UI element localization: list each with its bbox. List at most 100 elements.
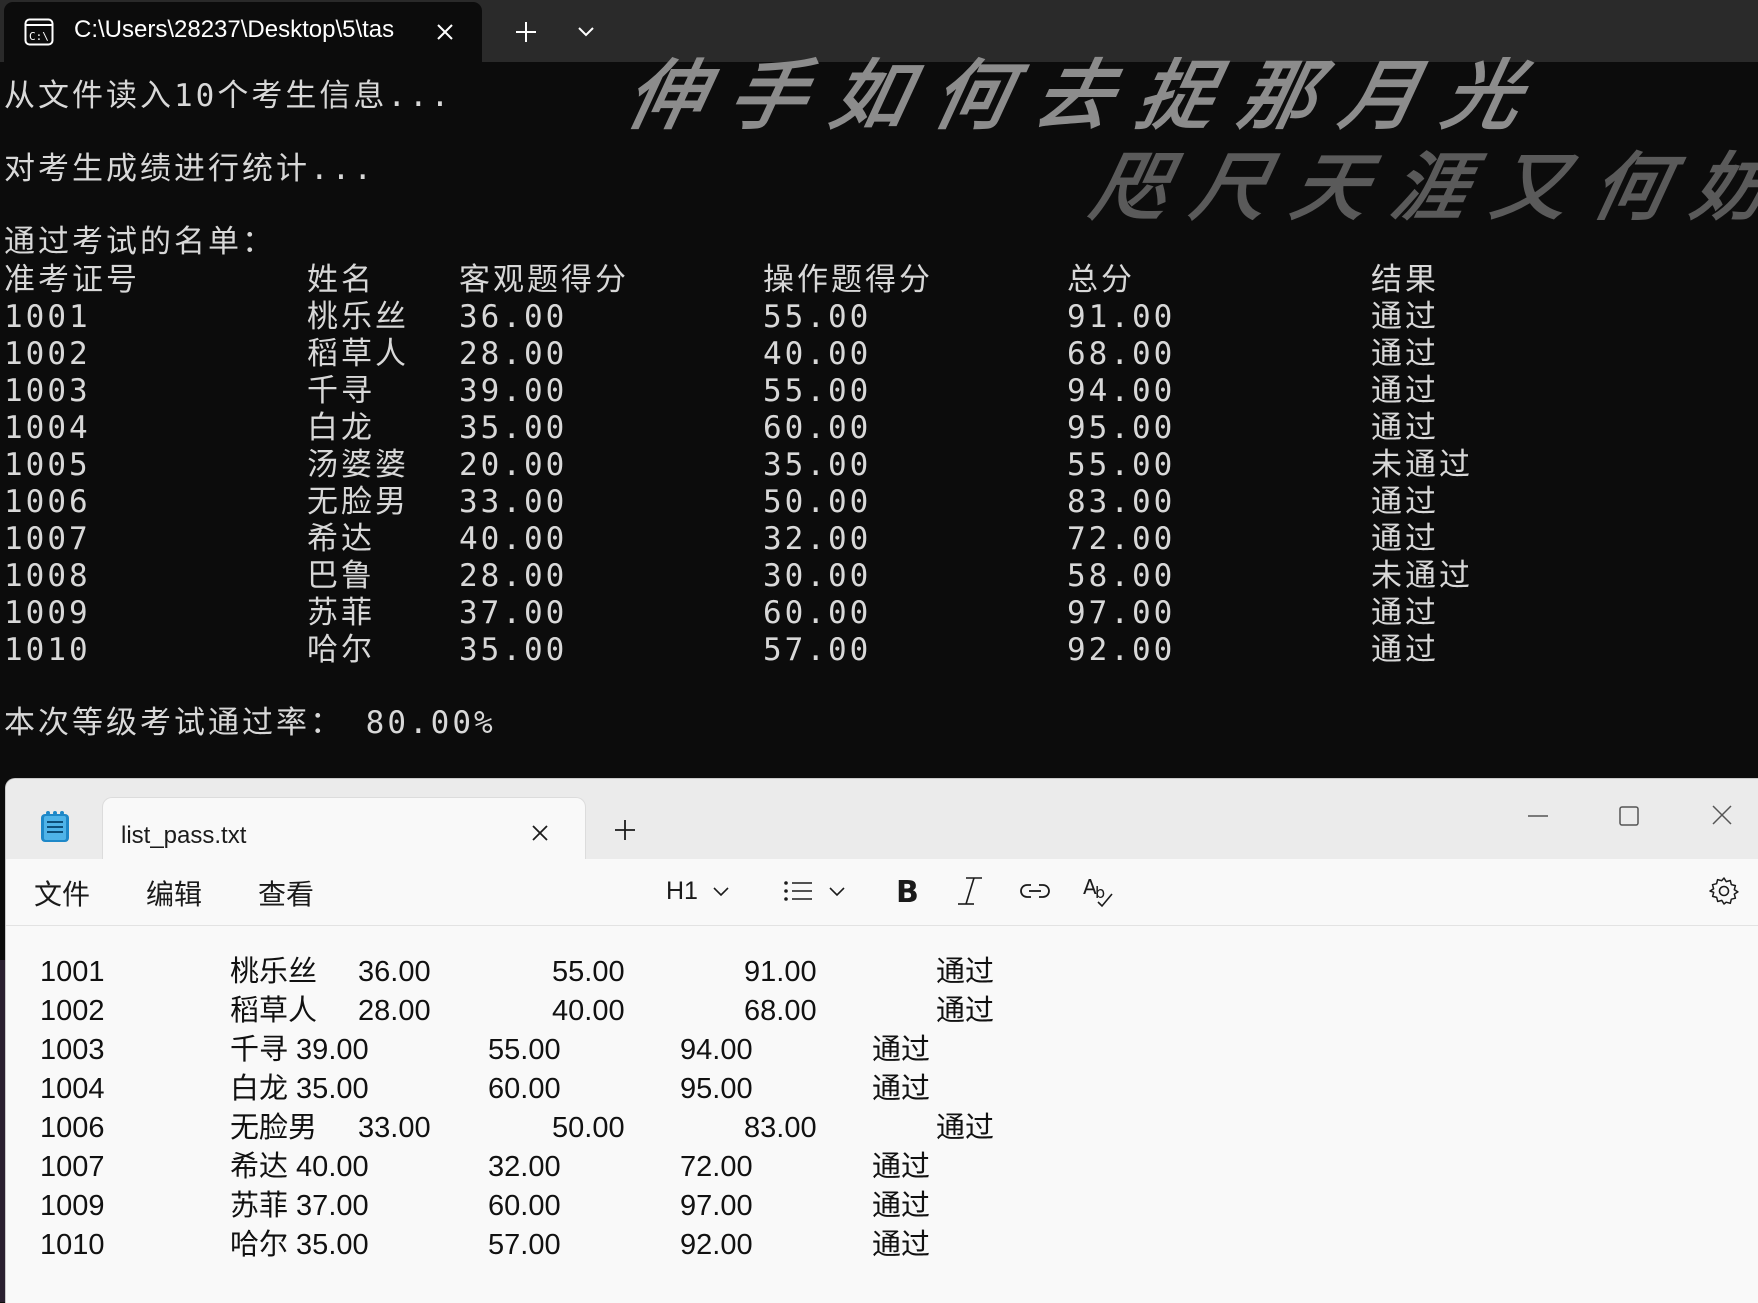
cell-exam-id: 1008 <box>4 558 91 594</box>
text-segment: 55.00 <box>488 1034 561 1066</box>
cell-total: 94.00 <box>1067 373 1176 409</box>
text-segment: 92.00 <box>680 1229 753 1261</box>
chevron-down-icon <box>829 887 845 897</box>
text-segment: 通过 <box>872 1190 931 1222</box>
terminal-window: C:\ C:\Users\28237\Desktop\5\tas 伸手如何去捉那… <box>0 0 1758 780</box>
close-icon[interactable] <box>527 820 553 846</box>
text-segment: 95.00 <box>680 1073 753 1105</box>
text-segment: 1009 <box>40 1190 105 1222</box>
cell-exam-id: 1001 <box>4 299 91 335</box>
chevron-down-icon <box>713 887 729 897</box>
spellcheck-button[interactable]: A b <box>1082 869 1116 913</box>
plus-icon[interactable] <box>610 815 640 845</box>
cell-objective-score: 37.00 <box>459 595 568 631</box>
chevron-down-icon[interactable] <box>568 14 604 50</box>
cell-total: 68.00 <box>1067 336 1176 372</box>
italic-button[interactable] <box>956 869 984 913</box>
cell-result: 通过 <box>1371 632 1439 668</box>
text-segment: 通过 <box>936 995 995 1027</box>
spellcheck-icon: A b <box>1083 875 1113 908</box>
text-segment: 1006 <box>40 1112 105 1144</box>
cell-name: 哈尔 <box>307 632 375 668</box>
header-objective-score: 客观题得分 <box>459 262 629 298</box>
text-segment: 无脸男 <box>230 1112 318 1144</box>
notepad-text-area[interactable]: 1001 桃乐丝 36.00 55.00 91.00 通过 1002 稻草人 28.00 40.0… <box>6 926 1758 1303</box>
cell-name: 希达 <box>307 521 375 557</box>
cell-total: 97.00 <box>1067 595 1176 631</box>
text-segment: 通过 <box>872 1073 931 1105</box>
notepad-app-icon <box>41 811 69 842</box>
cell-total: 92.00 <box>1067 632 1176 668</box>
text-segment: 60.00 <box>488 1190 561 1222</box>
cell-total: 72.00 <box>1067 521 1176 557</box>
text-segment: 91.00 <box>744 956 817 988</box>
cell-name: 苏菲 <box>307 595 375 631</box>
cell-objective-score: 28.00 <box>459 336 568 372</box>
bold-icon: B <box>896 875 919 908</box>
cell-operation-score: 57.00 <box>763 632 872 668</box>
cell-objective-score: 33.00 <box>459 484 568 520</box>
pass-list-title: 通过考试的名单： <box>4 224 276 260</box>
text-segment: 97.00 <box>680 1190 753 1222</box>
cell-exam-id: 1009 <box>4 595 91 631</box>
cell-operation-score: 55.00 <box>763 373 872 409</box>
minimize-icon[interactable] <box>1518 801 1558 831</box>
menu-file[interactable]: 文件 <box>34 873 90 913</box>
text-segment: 通过 <box>936 1112 995 1144</box>
heading-label: H1 <box>666 876 698 905</box>
text-segment: 28.00 <box>358 995 431 1027</box>
header-operation-score: 操作题得分 <box>763 262 933 298</box>
terminal-tab[interactable]: C:\ C:\Users\28237\Desktop\5\tas <box>4 2 482 62</box>
text-segment: 稻草人 <box>230 995 318 1027</box>
cell-total: 95.00 <box>1067 410 1176 446</box>
menu-edit[interactable]: 编辑 <box>146 873 202 913</box>
list-icon <box>784 881 812 901</box>
text-segment: 苏菲 37.00 <box>230 1190 369 1222</box>
text-segment: 94.00 <box>680 1034 753 1066</box>
cell-result: 未通过 <box>1371 558 1473 594</box>
gear-icon <box>1709 877 1739 905</box>
notepad-tab-title: list_pass.txt <box>121 822 247 849</box>
cell-operation-score: 60.00 <box>763 595 872 631</box>
cell-exam-id: 1006 <box>4 484 91 520</box>
notepad-title-bar: list_pass.txt <box>6 779 1758 870</box>
settings-button[interactable] <box>1708 869 1740 913</box>
cell-operation-score: 40.00 <box>763 336 872 372</box>
statistics-message: 对考生成绩进行统计... <box>4 151 375 187</box>
close-icon[interactable] <box>1702 801 1742 831</box>
cell-total: 91.00 <box>1067 299 1176 335</box>
command-prompt-icon: C:\ <box>24 18 54 46</box>
italic-icon <box>958 877 982 905</box>
menu-view[interactable]: 查看 <box>258 873 314 913</box>
text-segment: 32.00 <box>488 1151 561 1183</box>
cell-exam-id: 1007 <box>4 521 91 557</box>
maximize-icon[interactable] <box>1608 801 1648 831</box>
cell-exam-id: 1004 <box>4 410 91 446</box>
cell-name: 无脸男 <box>307 484 409 520</box>
svg-text:b: b <box>1095 883 1105 902</box>
close-icon[interactable] <box>430 17 460 47</box>
cell-name: 汤婆婆 <box>307 447 409 483</box>
cell-total: 83.00 <box>1067 484 1176 520</box>
heading-dropdown[interactable]: H1 <box>666 869 734 913</box>
cell-result: 未通过 <box>1371 447 1473 483</box>
notepad-menu-bar: 文件 编辑 查看 H1 B A b <box>6 859 1758 926</box>
cell-result: 通过 <box>1371 336 1439 372</box>
cell-exam-id: 1002 <box>4 336 91 372</box>
cell-result: 通过 <box>1371 484 1439 520</box>
text-segment: 40.00 <box>552 995 625 1027</box>
cell-objective-score: 40.00 <box>459 521 568 557</box>
cell-objective-score: 39.00 <box>459 373 568 409</box>
cell-operation-score: 50.00 <box>763 484 872 520</box>
text-segment: 55.00 <box>552 956 625 988</box>
plus-icon[interactable] <box>508 14 544 50</box>
cell-exam-id: 1010 <box>4 632 91 668</box>
cell-result: 通过 <box>1371 373 1439 409</box>
cell-operation-score: 35.00 <box>763 447 872 483</box>
text-segment: 33.00 <box>358 1112 431 1144</box>
link-button[interactable] <box>1018 869 1052 913</box>
cell-objective-score: 36.00 <box>459 299 568 335</box>
list-dropdown[interactable] <box>782 869 850 913</box>
cell-result: 通过 <box>1371 521 1439 557</box>
bold-button[interactable]: B <box>892 869 920 913</box>
